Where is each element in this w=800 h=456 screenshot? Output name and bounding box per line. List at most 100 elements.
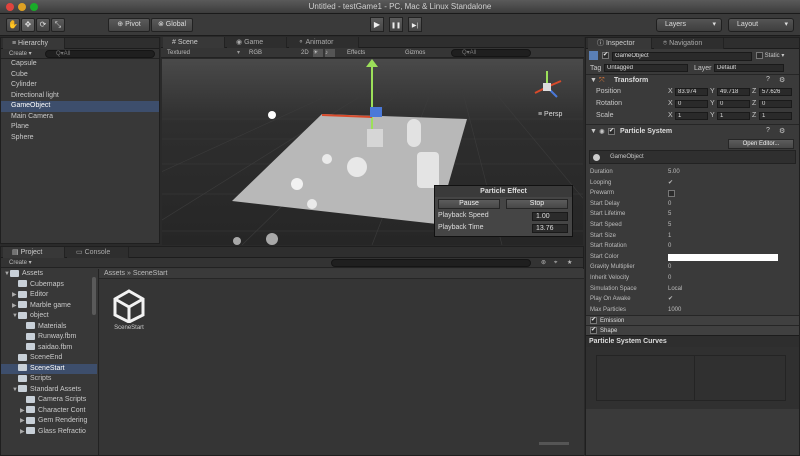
orientation-gizmo[interactable] xyxy=(534,71,562,98)
hierarchy-create-button[interactable]: Create ▾ xyxy=(9,50,32,58)
ps-property-value[interactable]: 5.00 xyxy=(668,167,783,178)
project-folder-item[interactable]: SceneEnd xyxy=(1,353,97,364)
ps-property-value[interactable]: 0 xyxy=(668,273,783,284)
light-toggle[interactable]: ☀ xyxy=(313,49,323,57)
project-folder-item[interactable]: Camera Scripts xyxy=(1,395,97,406)
tab-console[interactable]: ▭ Console xyxy=(67,247,129,258)
project-folder-item[interactable]: Cubemaps xyxy=(1,280,97,291)
project-folder-item[interactable]: ▶ Editor xyxy=(1,290,97,301)
hand-tool-button[interactable]: ✋ xyxy=(6,18,20,32)
object-active-checkbox[interactable]: ✔ xyxy=(602,52,609,59)
tab-inspector[interactable]: ⓘ Inspector xyxy=(588,38,652,49)
zoom-window-button[interactable] xyxy=(30,3,38,11)
gizmos-dropdown[interactable]: Gizmos xyxy=(405,49,425,57)
project-folder-item[interactable]: saidao.fbm xyxy=(1,343,97,354)
ps-property-value[interactable]: 0 xyxy=(668,241,783,252)
2d-toggle[interactable]: 2D xyxy=(301,49,309,57)
scene-asset-item[interactable]: SceneStart xyxy=(111,289,147,335)
hierarchy-item[interactable]: GameObject xyxy=(1,101,159,112)
particle-curves-area[interactable] xyxy=(586,347,799,410)
ps-property-value[interactable]: 5 xyxy=(668,209,783,220)
ps-property-value[interactable]: ✔ xyxy=(668,294,783,305)
tab-hierarchy[interactable]: ≡ Hierarchy xyxy=(3,38,65,49)
project-folder-item[interactable]: Scripts xyxy=(1,374,97,385)
pivot-toggle[interactable]: ⊕ Pivot xyxy=(108,18,150,32)
pause-button[interactable]: ❚❚ xyxy=(389,17,403,32)
hierarchy-search-input[interactable]: Q▾All xyxy=(45,50,155,58)
minimize-window-button[interactable] xyxy=(18,3,26,11)
ps-property-value[interactable] xyxy=(668,253,778,261)
hierarchy-item[interactable]: Plane xyxy=(1,122,159,133)
project-tree-scrollbar[interactable] xyxy=(92,277,96,315)
shading-mode-dropdown[interactable]: Textured xyxy=(167,49,190,57)
layout-dropdown[interactable]: Layout ▾ xyxy=(728,18,794,32)
project-folder-item[interactable]: ▼ Standard Assets xyxy=(1,385,97,396)
particle-stop-button[interactable]: Stop xyxy=(506,199,568,209)
tab-navigation[interactable]: ⌾ Navigation xyxy=(654,38,724,49)
effects-dropdown[interactable]: Effects xyxy=(347,49,365,57)
tab-animator[interactable]: ⚬ Animator xyxy=(289,37,359,48)
transform-scale-z-field[interactable]: 1 xyxy=(759,112,792,120)
static-dropdown[interactable]: Static ▾ xyxy=(756,52,784,59)
scene-search-input[interactable]: Q▾All xyxy=(451,49,531,57)
ps-property-value[interactable]: 1 xyxy=(668,231,783,242)
ps-property-value[interactable] xyxy=(668,190,675,198)
tab-game[interactable]: ◉ Game xyxy=(227,37,287,48)
layer-dropdown[interactable]: Default xyxy=(714,64,784,72)
transform-rotation-z-field[interactable]: 0 xyxy=(759,100,792,108)
ps-property-value[interactable]: Local xyxy=(668,284,783,295)
object-name-field[interactable]: GameObject xyxy=(612,52,752,61)
hierarchy-item[interactable]: Directional light xyxy=(1,91,159,102)
hierarchy-item[interactable]: Sphere xyxy=(1,133,159,144)
project-folder-item[interactable]: ▶ Glass Refractio xyxy=(1,427,97,438)
rotate-tool-button[interactable]: ⟳ xyxy=(36,18,50,32)
particle-system-header[interactable]: ▼ ✺ ✔ Particle System ? ⚙ xyxy=(586,124,799,138)
hierarchy-item[interactable]: Cube xyxy=(1,70,159,81)
ps-property-value[interactable]: 0 xyxy=(668,262,783,273)
project-create-button[interactable]: Create ▾ xyxy=(9,259,32,267)
project-folder-item[interactable]: ▼ Assets xyxy=(1,269,97,280)
project-folder-item[interactable]: ▼ object xyxy=(1,311,97,322)
transform-header[interactable]: ▼ ⤧ Transform ? ⚙ xyxy=(586,74,799,86)
project-folder-item[interactable]: ▶ Marble game xyxy=(1,301,97,312)
ps-property-value[interactable]: 5 xyxy=(668,220,783,231)
tab-project[interactable]: ▤ Project xyxy=(3,247,65,258)
static-checkbox[interactable] xyxy=(756,52,763,59)
particle-pause-button[interactable]: Pause xyxy=(438,199,500,209)
play-button[interactable]: ▶ xyxy=(370,17,384,32)
gear-icon[interactable]: ⚙ xyxy=(779,127,785,135)
playback-time-field[interactable]: 13.76 xyxy=(532,224,568,233)
move-gizmo-z[interactable] xyxy=(370,107,382,117)
favorite-star-icon[interactable]: ★ xyxy=(567,259,572,267)
tab-scene[interactable]: # Scene xyxy=(163,37,225,48)
transform-position-x-field[interactable]: 83.974 xyxy=(675,88,708,96)
project-folder-item[interactable]: Materials xyxy=(1,322,97,333)
move-tool-button[interactable]: ✥ xyxy=(21,18,35,32)
breadcrumb-assets[interactable]: Assets xyxy=(104,270,125,277)
transform-scale-x-field[interactable]: 1 xyxy=(675,112,708,120)
particle-system-enabled-checkbox[interactable]: ✔ xyxy=(608,128,615,135)
shape-checkbox[interactable]: ✔ xyxy=(590,327,597,335)
open-editor-button[interactable]: Open Editor... xyxy=(728,139,794,149)
project-folder-item[interactable]: ▶ Character Cont xyxy=(1,406,97,417)
move-gizmo-y-arrow[interactable] xyxy=(366,59,378,67)
transform-position-y-field[interactable]: 49.718 xyxy=(717,88,750,96)
help-icon[interactable]: ? xyxy=(766,76,770,83)
transform-rotation-x-field[interactable]: 0 xyxy=(675,100,708,108)
scale-tool-button[interactable]: ⤡ xyxy=(51,18,65,32)
filter-by-type-icon[interactable]: ⊛ xyxy=(541,259,546,267)
filter-by-label-icon[interactable]: ⌖ xyxy=(554,259,557,267)
hierarchy-item[interactable]: Main Camera xyxy=(1,112,159,123)
scene-view[interactable]: ≡ Persp Particle Effect Pause Stop Playb… xyxy=(162,59,583,245)
global-toggle[interactable]: ⊗ Global xyxy=(151,18,193,32)
transform-rotation-y-field[interactable]: 0 xyxy=(717,100,750,108)
layers-dropdown[interactable]: Layers ▾ xyxy=(656,18,722,32)
ps-property-value[interactable]: 0 xyxy=(668,199,783,210)
ps-object-header[interactable]: GameObject xyxy=(589,150,796,164)
step-button[interactable]: ▶| xyxy=(408,17,422,32)
project-search-input[interactable] xyxy=(331,259,531,267)
ps-property-value[interactable]: 1000 xyxy=(668,305,783,316)
breadcrumb-scenestart[interactable]: SceneStart xyxy=(133,270,168,277)
transform-scale-y-field[interactable]: 1 xyxy=(717,112,750,120)
hierarchy-item[interactable]: Capsule xyxy=(1,59,159,70)
